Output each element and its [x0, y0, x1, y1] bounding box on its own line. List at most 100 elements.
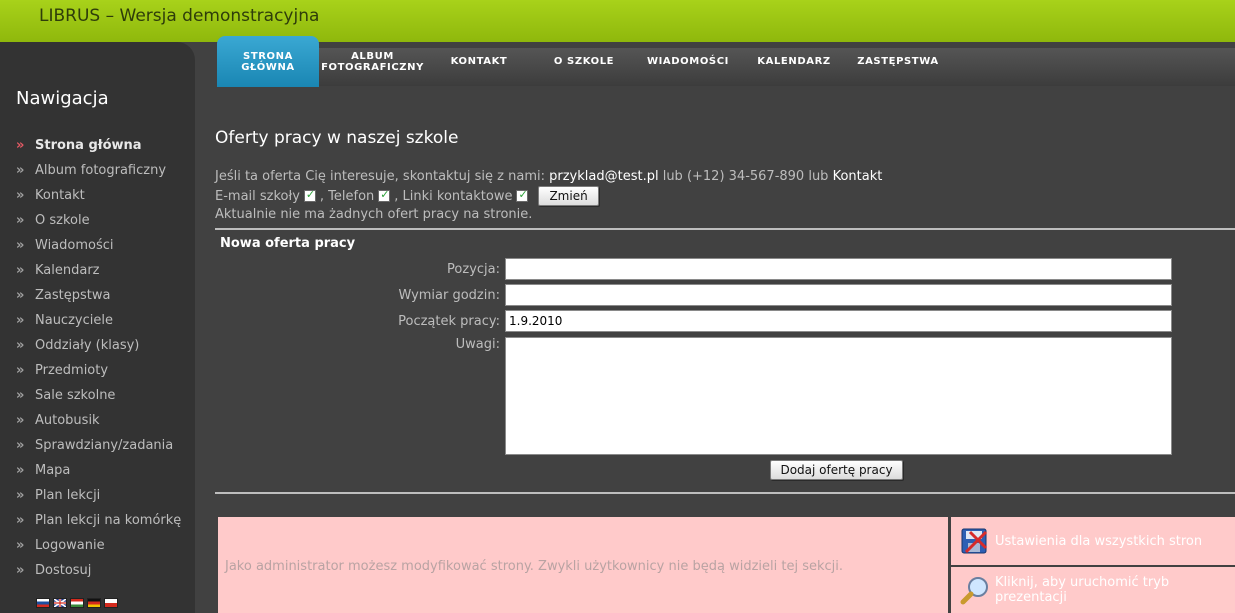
sidebar-nav: » Strona główna » Album fotograficzny » Kon…	[16, 133, 181, 583]
chevron-right-icon: »	[16, 438, 25, 453]
contact-line: Jeśli ta oferta Cię interesuje, skontakt…	[215, 169, 882, 184]
sidebar-item-label: Kalendarz	[35, 263, 100, 278]
chevron-right-icon: »	[16, 538, 25, 553]
flag-pl-icon[interactable]	[104, 598, 118, 608]
sidebar-item-label: Strona główna	[35, 138, 142, 153]
sidebar-item-label: Przedmioty	[35, 363, 109, 378]
chevron-right-icon: »	[16, 488, 25, 503]
hours-input[interactable]	[505, 284, 1172, 306]
tab-album[interactable]: ALBUM FOTOGRAFICZNY	[319, 51, 426, 73]
sidebar-heading: Nawigacja	[16, 88, 109, 109]
sidebar-item-label: Mapa	[35, 463, 71, 478]
sidebar-item-autobusik[interactable]: » Autobusik	[16, 408, 181, 433]
sidebar-item-mapa[interactable]: » Mapa	[16, 458, 181, 483]
tab-o-szkole[interactable]: O SZKOLE	[532, 56, 636, 67]
tab-wiadomosci[interactable]: WIADOMOŚCI	[636, 56, 740, 67]
settings-all-pages-label: Ustawienia dla wszystkich stron	[995, 533, 1203, 549]
email-checkbox[interactable]	[303, 188, 316, 202]
chevron-right-icon: »	[16, 263, 25, 278]
sidebar-item-plan-lekcji[interactable]: » Plan lekcji	[16, 483, 181, 508]
contact-phone: lub (+12) 34-567-890 lub	[662, 169, 829, 184]
contact-link[interactable]: Kontakt	[833, 169, 883, 184]
sidebar-item-label: Nauczyciele	[35, 313, 113, 328]
sidebar-item-nauczyciele[interactable]: » Nauczyciele	[16, 308, 181, 333]
sidebar-item-przedmioty[interactable]: » Przedmioty	[16, 358, 181, 383]
flag-hu-icon[interactable]	[70, 598, 84, 608]
notes-textarea[interactable]	[505, 337, 1172, 455]
chevron-right-icon: »	[16, 388, 25, 403]
settings-icon	[960, 526, 990, 556]
chevron-right-icon: »	[16, 463, 25, 478]
chevron-right-icon: »	[16, 513, 25, 528]
contact-prefix: Jeśli ta oferta Cię interesuje, skontakt…	[215, 169, 545, 184]
sidebar-item-kalendarz[interactable]: » Kalendarz	[16, 258, 181, 283]
sidebar-item-o-szkole[interactable]: » O szkole	[16, 208, 181, 233]
main-content: Oferty pracy w naszej szkole	[215, 128, 1235, 148]
chevron-right-icon: »	[16, 238, 25, 253]
sidebar-item-dostosuj[interactable]: » Dostosuj	[16, 558, 181, 583]
chevron-right-icon: »	[16, 138, 25, 153]
start-date-input[interactable]	[505, 310, 1172, 332]
tab-zastepstwa[interactable]: ZASTĘPSTWA	[848, 56, 948, 67]
flag-uk-icon[interactable]	[53, 598, 67, 608]
sidebar-item-label: Album fotograficzny	[35, 163, 167, 178]
tab-label: KONTAKT	[450, 56, 508, 67]
tab-label: O SZKOLE	[553, 56, 615, 67]
flag-sk-icon[interactable]	[36, 598, 50, 608]
chevron-right-icon: »	[16, 363, 25, 378]
top-nav: STRONA GŁÓWNA ALBUM FOTOGRAFICZNY KONTAKT …	[217, 36, 948, 87]
tab-label: ZASTĘPSTWA	[857, 56, 939, 67]
sidebar: Nawigacja » Strona główna » Album fotograf…	[0, 42, 195, 613]
sidebar-item-label: O szkole	[35, 213, 90, 228]
sidebar-item-label: Dostosuj	[35, 563, 92, 578]
sidebar-item-label: Logowanie	[35, 538, 105, 553]
sidebar-item-strona-glowna[interactable]: » Strona główna	[16, 133, 181, 158]
magnifier-icon	[960, 575, 990, 605]
tab-strona-glowna[interactable]: STRONA GŁÓWNA	[217, 36, 319, 87]
tab-label: WIADOMOŚCI	[646, 56, 729, 67]
tab-label: FOTOGRAFICZNY	[321, 61, 424, 73]
links-checkbox[interactable]	[516, 188, 529, 202]
presentation-mode-button[interactable]: Kliknij, aby uruchomić tryb prezentacji	[951, 567, 1235, 613]
contact-options: E-mail szkoły , Telefon , Linki kontakto…	[215, 186, 599, 206]
sidebar-item-label: Zastępstwa	[35, 288, 111, 303]
chevron-right-icon: »	[16, 338, 25, 353]
sidebar-item-label: Sprawdziany/zadania	[35, 438, 174, 453]
position-input[interactable]	[505, 258, 1172, 280]
add-offer-button[interactable]: Dodaj ofertę pracy	[770, 460, 903, 480]
app-title: LIBRUS – Wersja demonstracyjna	[39, 6, 320, 26]
tab-kalendarz[interactable]: KALENDARZ	[740, 56, 848, 67]
divider	[215, 228, 1235, 230]
position-label: Pozycja:	[447, 262, 500, 277]
sidebar-item-album[interactable]: » Album fotograficzny	[16, 158, 181, 183]
sidebar-item-plan-komorka[interactable]: » Plan lekcji na komórkę	[16, 508, 181, 533]
flag-de-icon[interactable]	[87, 598, 101, 608]
start-date-label: Początek pracy:	[398, 314, 500, 329]
hours-label: Wymiar godzin:	[398, 288, 500, 303]
change-button[interactable]: Zmień	[538, 186, 599, 206]
sidebar-item-wiadomosci[interactable]: » Wiadomości	[16, 233, 181, 258]
page-title: Oferty pracy w naszej szkole	[215, 128, 459, 148]
notes-label: Uwagi:	[455, 337, 500, 352]
sidebar-item-label: Sale szkolne	[35, 388, 116, 403]
divider	[215, 492, 1235, 494]
sidebar-item-sprawdziany[interactable]: » Sprawdziany/zadania	[16, 433, 181, 458]
tab-kontakt[interactable]: KONTAKT	[426, 56, 532, 67]
sidebar-item-zastepstwa[interactable]: » Zastępstwa	[16, 283, 181, 308]
sidebar-item-label: Autobusik	[35, 413, 100, 428]
presentation-mode-label: Kliknij, aby uruchomić tryb prezentacji	[995, 575, 1170, 605]
option-links-label: , Linki kontaktowe	[394, 188, 513, 204]
chevron-right-icon: »	[16, 313, 25, 328]
sidebar-item-kontakt[interactable]: » Kontakt	[16, 183, 181, 208]
contact-email-link[interactable]: przyklad@test.pl	[549, 169, 658, 184]
settings-all-pages-button[interactable]: Ustawienia dla wszystkich stron	[951, 517, 1235, 565]
chevron-right-icon: »	[16, 413, 25, 428]
sidebar-item-logowanie[interactable]: » Logowanie	[16, 533, 181, 558]
sidebar-item-label: Plan lekcji	[35, 488, 101, 503]
sidebar-item-oddzialy[interactable]: » Oddziały (klasy)	[16, 333, 181, 358]
form-title: Nowa oferta pracy	[220, 236, 356, 251]
admin-notice-text: Jako administrator możesz modyfikować st…	[225, 559, 844, 574]
sidebar-item-sale[interactable]: » Sale szkolne	[16, 383, 181, 408]
phone-checkbox[interactable]	[378, 188, 391, 202]
tab-label: STRONA	[243, 50, 293, 62]
